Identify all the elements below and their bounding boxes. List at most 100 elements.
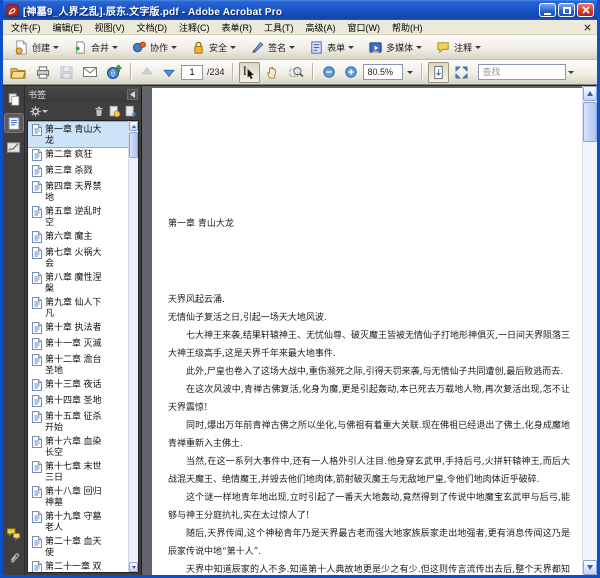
print-button[interactable] <box>32 62 54 83</box>
zoom-level-value[interactable]: 80.5% <box>362 64 403 80</box>
new-bookmark-button[interactable] <box>124 105 137 118</box>
bookmark-item[interactable]: 第二章 疯狂 <box>28 147 128 163</box>
bookmarks-panel-title: 书签 <box>28 89 47 100</box>
menu-tools[interactable]: 工具(T) <box>258 20 300 35</box>
upload-icon <box>107 64 122 79</box>
bookmarks-list: 第一章 青山大龙 第二章 疯狂 第三章 杀戮 第四章 天界禁地 第五章 逆乱时空… <box>28 121 128 572</box>
next-page-button[interactable] <box>159 62 179 82</box>
document-view[interactable]: 第一章 青山大龙 天界风起云涌. 无情仙子复活之日,引起一场天大地风波. 七大神… <box>141 86 597 575</box>
scrollbar-thumb[interactable] <box>129 132 138 158</box>
minimize-button[interactable] <box>539 3 556 17</box>
menu-forms[interactable]: 表单(R) <box>216 20 259 35</box>
bookmark-item[interactable]: 第十六章 血染长空 <box>28 434 128 459</box>
sign-button[interactable]: 签名 <box>245 37 300 58</box>
delete-bookmark-button[interactable] <box>93 105 105 118</box>
bookmark-item[interactable]: 第八章 魔性涅槃 <box>28 270 128 295</box>
bookmark-item[interactable]: 第十四章 圣地 <box>28 393 128 409</box>
zoom-marquee-button[interactable] <box>285 62 307 83</box>
multimedia-button[interactable]: 多媒体 <box>363 37 427 58</box>
bookmark-item[interactable]: 第十五章 征杀开始 <box>28 409 128 434</box>
scroll-mode-icon <box>433 65 443 79</box>
expand-current-bookmark-icon <box>109 105 121 117</box>
bookmark-item[interactable]: 第十一章 灭滅 <box>28 336 128 352</box>
hand-tool-button[interactable] <box>262 62 283 83</box>
menu-help[interactable]: 帮助(H) <box>386 20 429 35</box>
bookmark-item[interactable]: 第十九章 守墓老人 <box>28 509 128 534</box>
attachments-panel-button[interactable] <box>5 549 23 567</box>
expand-current-bookmark-button[interactable] <box>108 105 121 118</box>
bookmark-item[interactable]: 第十三章 夜话 <box>28 377 128 393</box>
menubar-close-button[interactable] <box>582 22 593 33</box>
upload-documents-button[interactable] <box>103 61 125 83</box>
bookmark-page-icon <box>32 354 42 366</box>
chevron-down-icon <box>289 45 296 49</box>
comment-button[interactable]: 注释 <box>431 37 486 58</box>
bookmark-item[interactable]: 第七章 火祸大会 <box>28 245 128 270</box>
bookmarks-panel: 书签 第一章 青山大龙 第二章 疯狂 第三章 杀戮 第四章 天界禁地 第五章 逆… <box>25 86 141 575</box>
menu-document[interactable]: 文档(D) <box>131 20 174 35</box>
menu-file[interactable]: 文件(F) <box>5 20 47 35</box>
pages-panel-button[interactable] <box>5 90 23 108</box>
create-pdf-button[interactable]: 创建 <box>9 37 64 58</box>
menu-comments[interactable]: 注释(C) <box>173 20 216 35</box>
combine-button[interactable]: 合并 <box>68 37 123 58</box>
comments-panel-button[interactable] <box>5 525 23 543</box>
find-dropdown[interactable] <box>566 64 577 80</box>
zoom-level-dropdown[interactable] <box>405 64 416 80</box>
maximize-button[interactable] <box>558 3 575 17</box>
bookmark-item[interactable]: 第十二章 澹台圣地 <box>28 352 128 377</box>
bookmarks-scrollbar[interactable] <box>128 121 138 572</box>
bookmark-item[interactable]: 第十章 执法者 <box>28 320 128 336</box>
bookmark-item[interactable]: 第十七章 末世三日 <box>28 459 128 484</box>
scrolling-mode-button[interactable] <box>427 61 449 83</box>
scroll-down-button[interactable] <box>583 560 597 575</box>
menu-view[interactable]: 视图(V) <box>89 20 131 35</box>
forms-button[interactable]: 表单 <box>304 37 359 58</box>
scroll-up-button[interactable] <box>129 121 138 131</box>
find-input[interactable] <box>477 64 566 80</box>
fit-window-button[interactable] <box>451 62 472 83</box>
bookmark-item[interactable]: 第六章 魔主 <box>28 229 128 245</box>
open-button[interactable] <box>7 62 30 83</box>
gear-icon <box>30 105 41 117</box>
bookmark-page-icon <box>32 297 42 309</box>
bookmark-item[interactable]: 第五章 逆乱时空 <box>28 204 128 229</box>
bookmark-item[interactable]: 第二十一章 双皇复活 <box>28 559 128 572</box>
signatures-panel-button[interactable] <box>5 138 23 156</box>
scrollbar-thumb[interactable] <box>583 102 597 142</box>
bookmark-label: 第五章 逆乱时空 <box>45 206 102 227</box>
print-icon <box>36 65 50 79</box>
collaborate-button[interactable]: 协作 <box>127 37 182 58</box>
email-button[interactable] <box>79 62 101 82</box>
scroll-up-button[interactable] <box>583 86 597 101</box>
bookmark-page-icon <box>32 272 42 284</box>
secure-button[interactable]: 安全 <box>186 37 241 58</box>
bookmark-options-button[interactable] <box>29 105 48 118</box>
document-scrollbar[interactable] <box>582 86 597 575</box>
bookmark-item[interactable]: 第九章 仙人下凡 <box>28 295 128 320</box>
bookmark-label: 第三章 杀戮 <box>45 165 93 175</box>
bookmark-page-icon <box>32 511 42 523</box>
menu-edit[interactable]: 编辑(E) <box>47 20 89 35</box>
bookmark-item[interactable]: 第三章 杀戮 <box>28 163 128 179</box>
collapse-panel-button[interactable] <box>127 88 138 100</box>
scroll-down-button[interactable] <box>129 562 138 572</box>
secure-label: 安全 <box>209 42 228 53</box>
select-tool-button[interactable] <box>238 61 260 83</box>
page-number-input[interactable] <box>181 64 203 80</box>
bookmark-page-icon <box>32 206 42 218</box>
close-button[interactable] <box>577 3 594 17</box>
menu-window[interactable]: 窗口(W) <box>342 20 387 35</box>
zoom-out-button[interactable] <box>319 62 339 82</box>
main-area: 书签 第一章 青山大龙 第二章 疯狂 第三章 杀戮 第四章 天界禁地 第五章 逆… <box>3 85 597 575</box>
bookmark-item[interactable]: 第四章 天界禁地 <box>28 179 128 204</box>
toolbar-separator <box>130 63 132 81</box>
bookmark-item[interactable]: 第一章 青山大龙 <box>28 121 128 148</box>
bookmarks-panel-button[interactable] <box>3 113 24 133</box>
menu-advanced[interactable]: 高级(A) <box>300 20 342 35</box>
bookmark-item[interactable]: 第十八章 回归神墓 <box>28 484 128 509</box>
bookmark-item[interactable]: 第二十章 血天使 <box>28 534 128 559</box>
small-close-icon <box>584 23 591 31</box>
bookmark-page-icon <box>32 338 42 350</box>
zoom-in-button[interactable] <box>341 62 361 82</box>
